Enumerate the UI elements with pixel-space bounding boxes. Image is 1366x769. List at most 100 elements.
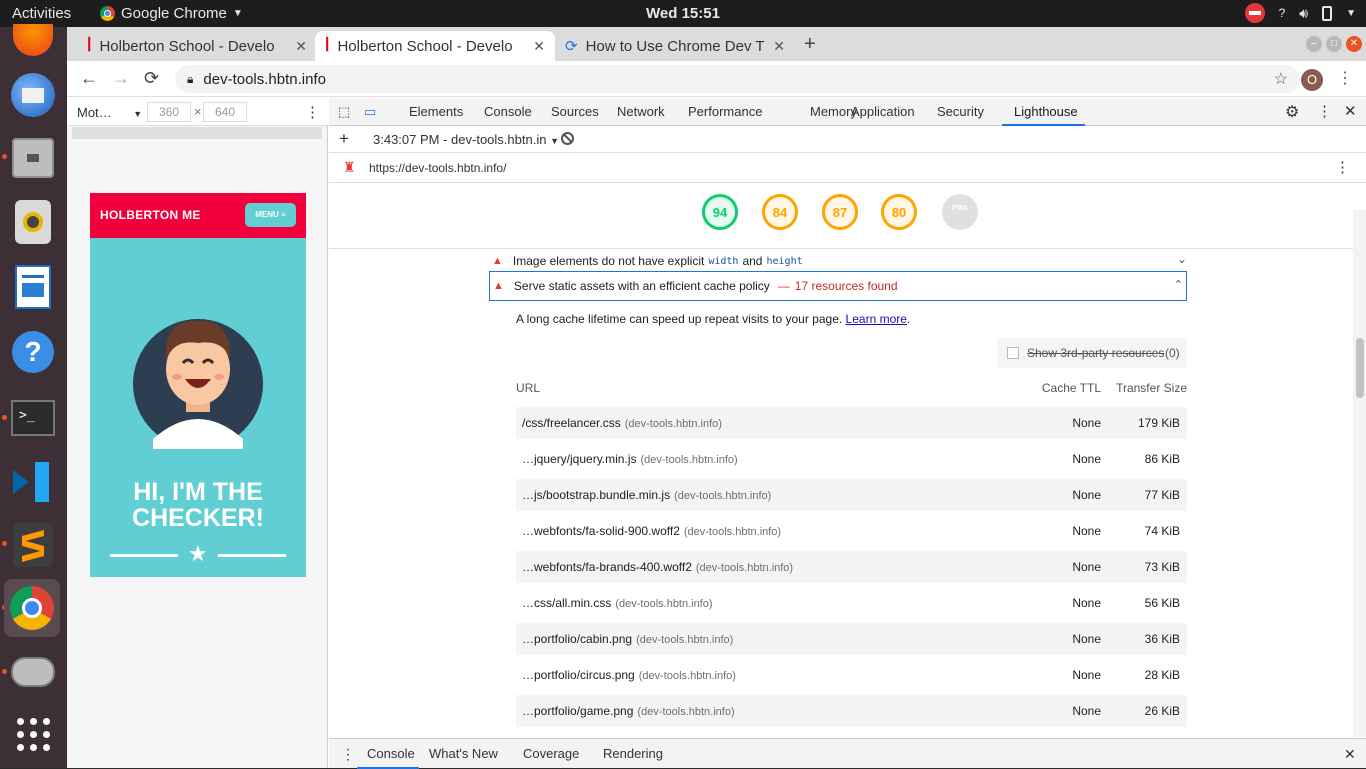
tab-application[interactable]: Application (851, 104, 915, 119)
report-select[interactable]: 3:43:07 PM - dev-tools.hbtn.in ▼ (373, 132, 559, 147)
help-icon[interactable]: ? (8, 327, 58, 377)
table-row[interactable]: …js/bootstrap.bundle.min.js (dev-tools.hb… (516, 479, 1187, 511)
app-menu[interactable]: Google Chrome ▼ (100, 5, 243, 22)
system-tray[interactable]: ? 🔊︎ ▼ (1244, 3, 1356, 23)
resource-url[interactable]: /css/freelancer.css (dev-tools.hbtn.info) (522, 416, 722, 430)
close-icon[interactable]: ✕ (295, 38, 307, 55)
drawer-tab-whats-new[interactable]: What's New (429, 746, 498, 761)
close-drawer-icon[interactable]: ✕ (1344, 746, 1356, 763)
drawer-tab-coverage[interactable]: Coverage (523, 746, 579, 761)
table-row[interactable]: …portfolio/circus.png (dev-tools.hbtn.inf… (516, 659, 1187, 691)
more-options-icon[interactable]: ⋮ (1317, 102, 1332, 120)
tab-lighthouse[interactable]: Lighthouse (1014, 104, 1078, 119)
third-party-filter[interactable]: Show 3rd-party resources (0) (997, 338, 1187, 368)
battery-icon[interactable] (1322, 5, 1333, 21)
resource-url[interactable]: …portfolio/game.png (dev-tools.hbtn.info) (522, 704, 735, 718)
browser-tab-active[interactable]: ꟾ Holberton School - Develo ✕ (315, 31, 555, 61)
tab-security[interactable]: Security (937, 104, 984, 119)
sublime-icon[interactable] (8, 520, 58, 570)
device-width-input[interactable]: 360 (147, 102, 191, 122)
resource-url[interactable]: …jquery/jquery.min.js (dev-tools.hbtn.inf… (522, 452, 738, 466)
accessibility-gauge[interactable]: 84 (762, 194, 798, 230)
learn-more-link[interactable]: Learn more (846, 312, 907, 326)
reload-icon[interactable]: ⟳ (144, 68, 159, 89)
resource-url[interactable]: …portfolio/circus.png (dev-tools.hbtn.inf… (522, 668, 736, 682)
tab-performance[interactable]: Performance (688, 104, 762, 119)
seo-gauge[interactable]: 80 (881, 194, 917, 230)
new-tab-button[interactable]: + (804, 33, 816, 56)
back-icon[interactable]: ← (80, 68, 98, 89)
help-icon[interactable]: ? (1279, 6, 1286, 20)
close-devtools-icon[interactable]: ✕ (1344, 102, 1357, 120)
table-row[interactable]: …webfonts/fa-brands-400.woff2 (dev-tools.… (516, 551, 1187, 583)
gear-icon[interactable]: ⚙ (1285, 102, 1299, 122)
performance-gauge[interactable]: 94 (702, 194, 738, 230)
inspect-element-icon[interactable]: ⬚ (338, 104, 350, 120)
pwa-gauge[interactable]: PWA (942, 194, 978, 230)
browser-tab[interactable]: ⟳ How to Use Chrome Dev T ✕ (555, 31, 795, 61)
do-not-disturb-icon[interactable] (1244, 3, 1265, 23)
menu-button[interactable]: MENU ≡ (245, 203, 296, 227)
device-toggle-icon[interactable]: ▭ (364, 104, 376, 120)
checkbox[interactable] (1007, 347, 1019, 359)
table-row[interactable]: /css/freelancer.css (dev-tools.hbtn.info)… (516, 407, 1187, 439)
table-row[interactable]: …css/all.min.css (dev-tools.hbtn.info) Non… (516, 587, 1187, 619)
resource-url[interactable]: …portfolio/cabin.png (dev-tools.hbtn.info… (522, 632, 733, 646)
resource-url[interactable]: …webfonts/fa-brands-400.woff2 (dev-tools.… (522, 560, 793, 574)
resource-url[interactable]: …webfonts/fa-solid-900.woff2 (dev-tools.h… (522, 524, 781, 538)
terminal-icon[interactable]: >_ (8, 393, 58, 443)
tab-sources[interactable]: Sources (551, 104, 599, 119)
more-options-icon[interactable]: ⋮ (1335, 158, 1350, 176)
avatar[interactable]: O (1301, 69, 1323, 91)
minimize-button[interactable]: – (1306, 36, 1322, 52)
close-window-button[interactable]: ✕ (1346, 36, 1362, 52)
scanner-icon[interactable] (8, 647, 58, 697)
scrollbar-thumb[interactable] (1356, 338, 1364, 398)
writer-icon[interactable] (8, 262, 58, 312)
app-grid-icon[interactable] (8, 709, 58, 759)
report-url[interactable]: https://dev-tools.hbtn.info/ (369, 161, 506, 175)
audit-cache-policy[interactable]: ▲ Serve static assets with an efficient … (489, 271, 1187, 301)
tab-console[interactable]: Console (484, 104, 532, 119)
thunderbird-icon[interactable] (8, 70, 58, 120)
volume-icon[interactable]: 🔊︎ (1299, 5, 1308, 22)
files-icon[interactable] (8, 133, 58, 183)
chevron-down-icon[interactable]: ▼ (1346, 8, 1356, 19)
close-icon[interactable]: ✕ (533, 38, 545, 55)
table-row[interactable]: …portfolio/game.png (dev-tools.hbtn.info)… (516, 695, 1187, 727)
tab-memory[interactable]: Memory (810, 104, 857, 119)
tab-elements[interactable]: Elements (409, 104, 463, 119)
device-height-input[interactable]: 640 (203, 102, 247, 122)
clear-icon[interactable] (561, 132, 574, 145)
resource-url[interactable]: …js/bootstrap.bundle.min.js (dev-tools.hb… (522, 488, 771, 502)
rhythmbox-icon[interactable] (8, 197, 58, 247)
maximize-button[interactable]: □ (1326, 36, 1342, 52)
audit-unsized-images[interactable]: ▲ Image elements do not have explicit wi… (489, 249, 1187, 273)
drawer-tab-rendering[interactable]: Rendering (603, 746, 663, 761)
chrome-menu-icon[interactable]: ⋮ (1337, 68, 1353, 88)
drawer-menu-icon[interactable]: ⋮ (341, 746, 355, 763)
firefox-icon[interactable] (8, 15, 58, 65)
media-query-ruler[interactable] (72, 127, 322, 139)
new-report-icon[interactable]: + (339, 129, 349, 149)
close-icon[interactable]: ✕ (773, 38, 785, 55)
drawer-tab-console[interactable]: Console (367, 746, 415, 761)
omnibox[interactable]: 🔒︎ dev-tools.hbtn.info ☆ (175, 65, 1300, 93)
device-select[interactable]: Mot… ▼ (77, 105, 142, 120)
star-icon[interactable]: ☆ (1274, 69, 1288, 89)
chevron-down-icon[interactable]: ⌄ (1177, 252, 1187, 266)
site-brand[interactable]: HOLBERTON ME (100, 208, 201, 222)
chrome-dock-icon[interactable] (4, 579, 60, 637)
browser-tab[interactable]: ꟾ Holberton School - Develo ✕ (77, 31, 317, 61)
scrollbar[interactable] (1353, 210, 1366, 737)
chevron-up-icon[interactable]: ⌃ (1174, 278, 1183, 291)
table-row[interactable]: …jquery/jquery.min.js (dev-tools.hbtn.inf… (516, 443, 1187, 475)
more-options-icon[interactable]: ⋮ (305, 103, 320, 121)
lock-icon[interactable]: 🔒︎ (187, 72, 193, 87)
forward-icon[interactable]: → (112, 68, 130, 89)
best-practices-gauge[interactable]: 87 (822, 194, 858, 230)
table-row[interactable]: …webfonts/fa-solid-900.woff2 (dev-tools.h… (516, 515, 1187, 547)
resource-url[interactable]: …css/all.min.css (dev-tools.hbtn.info) (522, 596, 713, 610)
vscode-icon[interactable] (8, 457, 58, 507)
table-row[interactable]: …portfolio/cabin.png (dev-tools.hbtn.info… (516, 623, 1187, 655)
